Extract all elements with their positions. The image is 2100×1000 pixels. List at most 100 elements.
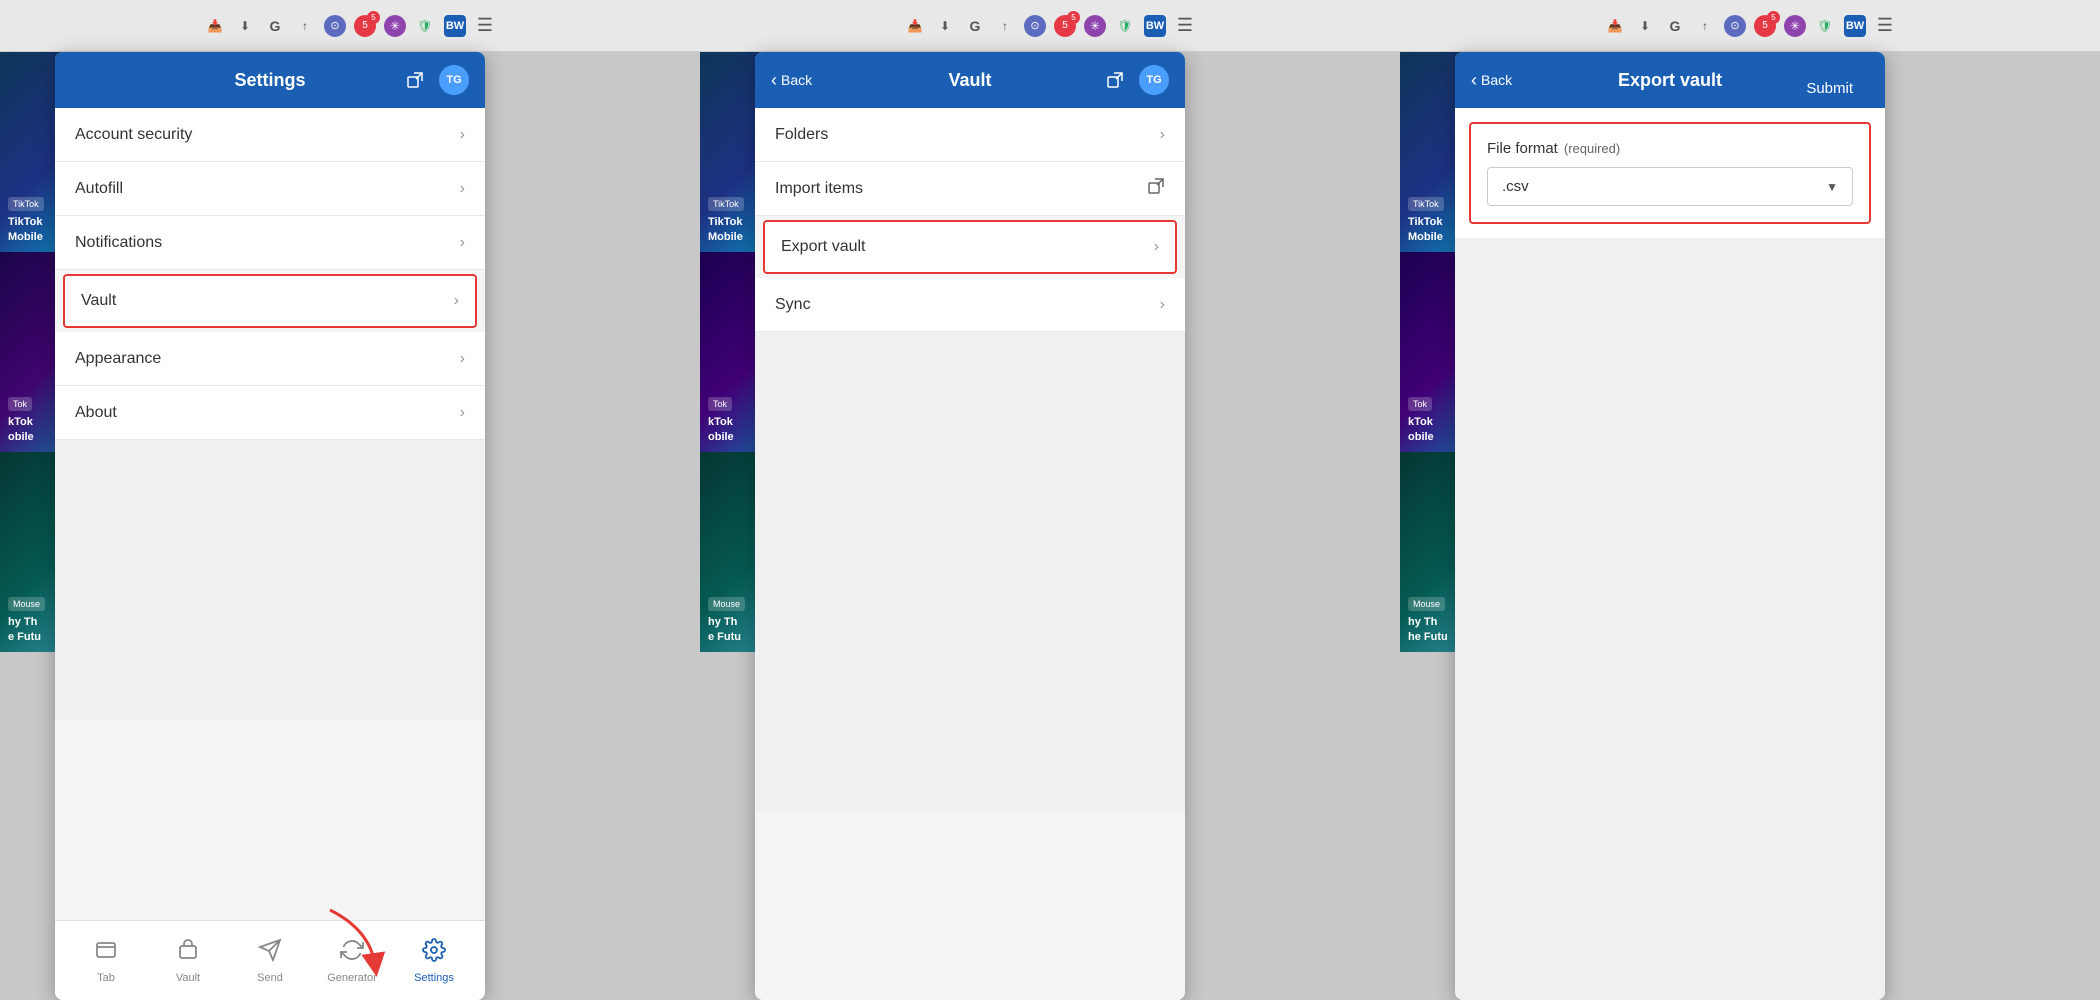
camera-icon-2: ⊙ bbox=[1024, 15, 1046, 37]
asterisk-icon: ✳ bbox=[384, 15, 406, 37]
avatar[interactable]: TG bbox=[439, 65, 469, 95]
browser-section-1: 📥 ⬇ G ↑ ⊙ 5 ✳ 🛡 BW ☰ TikTok TikTokMobile… bbox=[0, 0, 700, 1000]
vault-new-window-icon[interactable] bbox=[1099, 64, 1131, 96]
bitwarden-icon: BW bbox=[444, 15, 466, 37]
nav-settings-active[interactable]: Settings bbox=[399, 938, 469, 984]
nav-generator-label: Generator bbox=[327, 972, 377, 984]
thumb-title-3: hy The Futu bbox=[8, 615, 122, 644]
download-icon: ⬇ bbox=[234, 15, 256, 37]
camera-icon: ⊙ bbox=[324, 15, 346, 37]
g-icon: G bbox=[264, 15, 286, 37]
nav-vault[interactable]: Vault bbox=[153, 938, 223, 984]
vault-title: Vault bbox=[948, 70, 991, 91]
thumb-badge-1: TikTok bbox=[8, 197, 44, 211]
share-icon-2: ↑ bbox=[994, 15, 1016, 37]
vault-back-label: Back bbox=[781, 72, 812, 88]
menu-item-folders[interactable]: Folders › bbox=[755, 108, 1185, 162]
settings-header: TG Settings bbox=[55, 52, 485, 108]
camera-icon-3: ⊙ bbox=[1724, 15, 1746, 37]
browser-toolbar-1: 📥 ⬇ G ↑ ⊙ 5 ✳ 🛡 BW ☰ bbox=[0, 0, 700, 52]
menu-item-notifications-label: Notifications bbox=[75, 234, 460, 252]
settings-panel: TG Settings Account security › Autofill … bbox=[55, 52, 485, 1000]
asterisk-icon-2: ✳ bbox=[1084, 15, 1106, 37]
menu-item-export-vault-label: Export vault bbox=[781, 238, 1154, 256]
file-format-label-text: File format bbox=[1487, 140, 1558, 157]
file-format-value: .csv bbox=[1502, 178, 1529, 195]
thumb-title-2-3: hy The Futu bbox=[708, 615, 822, 644]
nav-settings-label: Settings bbox=[414, 972, 454, 984]
vault-nav-icon bbox=[176, 938, 200, 968]
send-icon bbox=[258, 938, 282, 968]
notification-icon-2: 5 bbox=[1054, 15, 1076, 37]
thumb-title-3-1: TikTokMobile bbox=[1408, 215, 1522, 244]
notification-icon-3: 5 bbox=[1754, 15, 1776, 37]
chevron-icon-folders: › bbox=[1160, 126, 1165, 144]
thumb-badge-3: Mouse bbox=[8, 597, 45, 611]
menu-icon-2: ☰ bbox=[1174, 15, 1196, 37]
thumb-badge-2: Tok bbox=[8, 397, 32, 411]
vault-avatar[interactable]: TG bbox=[1139, 65, 1169, 95]
file-format-label: File format (required) bbox=[1487, 140, 1853, 157]
submit-button[interactable]: Submit bbox=[1806, 80, 1853, 97]
menu-item-export-vault[interactable]: Export vault › bbox=[763, 220, 1177, 274]
vault-header-right: TG bbox=[1099, 64, 1169, 96]
browser-section-3: 📥 ⬇ G ↑ ⊙ 5 ✳ 🛡 BW ☰ TikTok TikTokMobile… bbox=[1400, 0, 2100, 1000]
nav-tab[interactable]: Tab bbox=[71, 938, 141, 984]
settings-title: Settings bbox=[234, 70, 305, 91]
menu-item-vault-label: Vault bbox=[81, 292, 454, 310]
file-format-select[interactable]: .csv ▼ bbox=[1487, 167, 1853, 206]
chevron-icon-notifications: › bbox=[460, 234, 465, 252]
g-icon-2: G bbox=[964, 15, 986, 37]
vault-panel: ‹ Back Vault TG bbox=[755, 52, 1185, 1000]
bottom-nav-settings: Tab Vault bbox=[55, 920, 485, 1000]
nav-vault-label: Vault bbox=[176, 972, 200, 984]
export-vault-panel: ‹ Back Export vault Submit File format (… bbox=[1455, 52, 1885, 1000]
nav-send[interactable]: Send bbox=[235, 938, 305, 984]
chevron-icon-about: › bbox=[460, 404, 465, 422]
notification-icon: 5 bbox=[354, 15, 376, 37]
thumb-title-3-2: kTokobile bbox=[1408, 415, 1522, 444]
inbox-icon-2: 📥 bbox=[904, 15, 926, 37]
menu-item-import-label: Import items bbox=[775, 180, 1147, 198]
menu-item-autofill[interactable]: Autofill › bbox=[55, 162, 485, 216]
settings-nav-icon bbox=[422, 938, 446, 968]
shield-green-icon-3: 🛡 bbox=[1814, 15, 1836, 37]
menu-item-appearance[interactable]: Appearance › bbox=[55, 332, 485, 386]
export-vault-back-button[interactable]: ‹ Back bbox=[1471, 70, 1512, 91]
settings-header-right: TG bbox=[399, 64, 469, 96]
share-icon-3: ↑ bbox=[1694, 15, 1716, 37]
thumb-badge-2-1: TikTok bbox=[708, 197, 744, 211]
nav-tab-label: Tab bbox=[97, 972, 115, 984]
browser-section-2: 📥 ⬇ G ↑ ⊙ 5 ✳ 🛡 BW ☰ TikTok TikTokMobile… bbox=[700, 0, 1400, 1000]
menu-item-account-security[interactable]: Account security › bbox=[55, 108, 485, 162]
chevron-icon-appearance: › bbox=[460, 350, 465, 368]
menu-item-sync[interactable]: Sync › bbox=[755, 278, 1185, 332]
menu-item-import[interactable]: Import items bbox=[755, 162, 1185, 216]
browser-toolbar-2: 📥 ⬇ G ↑ ⊙ 5 ✳ 🛡 BW ☰ bbox=[700, 0, 1400, 52]
chevron-icon-vault: › bbox=[454, 292, 459, 310]
menu-item-folders-label: Folders bbox=[775, 126, 1160, 144]
bitwarden-icon-2: BW bbox=[1144, 15, 1166, 37]
thumb-title-2: kTokobile bbox=[8, 415, 122, 444]
menu-item-vault[interactable]: Vault › bbox=[63, 274, 477, 328]
g-icon-3: G bbox=[1664, 15, 1686, 37]
nav-send-label: Send bbox=[257, 972, 283, 984]
browser-content-3: TikTok TikTokMobile Tok kTokobile Mouse … bbox=[1400, 52, 2100, 1000]
menu-item-account-security-label: Account security bbox=[75, 126, 460, 144]
new-window-icon[interactable] bbox=[399, 64, 431, 96]
browser-toolbar-3: 📥 ⬇ G ↑ ⊙ 5 ✳ 🛡 BW ☰ bbox=[1400, 0, 2100, 52]
shield-green-icon: 🛡 bbox=[414, 15, 436, 37]
menu-item-appearance-label: Appearance bbox=[75, 350, 460, 368]
thumb-badge-2-3: Mouse bbox=[708, 597, 745, 611]
menu-item-about-label: About bbox=[75, 404, 460, 422]
menu-icon: ☰ bbox=[474, 15, 496, 37]
thumb-badge-3-1: TikTok bbox=[1408, 197, 1444, 211]
download-icon-3: ⬇ bbox=[1634, 15, 1656, 37]
chevron-icon-autofill: › bbox=[460, 180, 465, 198]
vault-back-button[interactable]: ‹ Back bbox=[771, 70, 812, 91]
chevron-icon-sync: › bbox=[1160, 296, 1165, 314]
nav-generator[interactable]: Generator bbox=[317, 938, 387, 984]
back-chevron-icon: ‹ bbox=[771, 70, 777, 91]
chevron-icon-export-vault: › bbox=[1154, 238, 1159, 256]
download-icon-2: ⬇ bbox=[934, 15, 956, 37]
